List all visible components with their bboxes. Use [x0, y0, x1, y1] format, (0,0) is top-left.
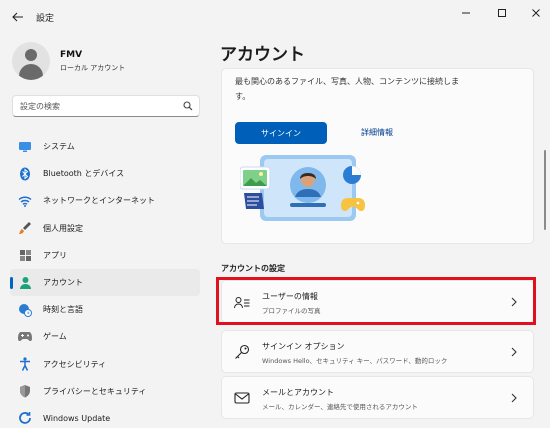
- row-title: ユーザーの情報: [262, 292, 318, 301]
- back-arrow-icon: [12, 12, 23, 22]
- sidebar-item-privacy[interactable]: プライバシーとセキュリティ: [10, 378, 200, 405]
- sidebar-item-personalization[interactable]: 個人用設定: [10, 215, 200, 242]
- sidebar-item-label: ゲーム: [43, 332, 67, 342]
- sidebar-item-system[interactable]: システム: [10, 133, 200, 160]
- profile-account-type: ローカル アカウント: [60, 63, 126, 72]
- signin-button[interactable]: サインイン: [235, 122, 327, 144]
- maximize-icon: [498, 9, 506, 17]
- signin-card: 最も関心のあるファイル、写真、人物、コンテンツに接続します。 サインイン 詳細情…: [221, 68, 534, 244]
- mail-icon: [234, 390, 250, 406]
- sidebar-item-label: アクセシビリティ: [43, 359, 107, 369]
- minimize-button[interactable]: [452, 4, 480, 22]
- title-bar: 設定: [0, 0, 550, 34]
- scrollbar[interactable]: [544, 150, 546, 230]
- minimize-icon: [462, 12, 470, 14]
- sidebar-item-label: 時刻と言語: [43, 305, 83, 315]
- email-accounts-row[interactable]: メールとアカウント メール、カレンダー、連絡先で使用されるアカウント: [221, 376, 534, 419]
- user-profile[interactable]: FMV ローカル アカウント: [12, 42, 125, 80]
- sidebar-item-label: ネットワークとインターネット: [43, 196, 155, 206]
- search-placeholder: 設定の検索: [20, 102, 60, 111]
- avatar: [12, 42, 50, 80]
- account-icon: [18, 276, 32, 290]
- globe-clock-icon: [18, 303, 32, 317]
- sidebar-item-accessibility[interactable]: アクセシビリティ: [10, 351, 200, 378]
- sidebar-item-time-language[interactable]: 時刻と言語: [10, 296, 200, 323]
- row-subtitle: Windows Hello、セキュリティ キー、パスワード、動的ロック: [262, 357, 448, 365]
- key-icon: [234, 344, 250, 360]
- row-title: サインイン オプション: [262, 342, 345, 351]
- page-title: アカウント: [220, 45, 305, 65]
- close-button[interactable]: [522, 4, 550, 22]
- apps-icon: [18, 248, 32, 262]
- sidebar-item-network[interactable]: ネットワークとインターネット: [10, 187, 200, 214]
- maximize-button[interactable]: [488, 4, 516, 22]
- active-indicator: [10, 276, 13, 289]
- chevron-right-icon: [509, 392, 519, 404]
- sidebar-item-label: アプリ: [43, 250, 67, 260]
- back-button[interactable]: [8, 7, 28, 27]
- sidebar-item-gaming[interactable]: ゲーム: [10, 323, 200, 350]
- sidebar-nav: システム Bluetooth とデバイス ネットワークとインターネット 個人用設…: [10, 133, 200, 428]
- search-input[interactable]: 設定の検索: [12, 95, 200, 117]
- accessibility-icon: [18, 357, 32, 371]
- user-info-icon: [234, 294, 250, 310]
- sidebar-item-accounts[interactable]: アカウント: [10, 268, 200, 297]
- close-icon: [532, 9, 540, 17]
- sidebar-item-bluetooth[interactable]: Bluetooth とデバイス: [10, 160, 200, 187]
- search-icon: [183, 101, 193, 111]
- profile-name: FMV: [60, 49, 83, 60]
- signin-description: 最も関心のあるファイル、写真、人物、コンテンツに接続します。: [235, 77, 459, 101]
- details-link[interactable]: 詳細情報: [361, 127, 393, 138]
- app-title: 設定: [36, 14, 55, 24]
- section-title: アカウントの設定: [221, 264, 285, 273]
- shield-icon: [18, 384, 32, 398]
- sidebar-item-label: システム: [43, 142, 75, 152]
- your-info-row[interactable]: ユーザーの情報 プロファイルの写真: [221, 280, 534, 323]
- wifi-icon: [18, 194, 32, 208]
- brush-icon: [18, 221, 32, 235]
- sidebar-item-apps[interactable]: アプリ: [10, 242, 200, 269]
- account-illustration: [240, 155, 365, 221]
- row-subtitle: メール、カレンダー、連絡先で使用されるアカウント: [262, 403, 418, 411]
- monitor-icon: [18, 140, 32, 154]
- sidebar-item-label: 個人用設定: [43, 223, 83, 233]
- sidebar-item-windows-update[interactable]: Windows Update: [10, 405, 200, 428]
- sidebar-item-label: アカウント: [43, 278, 83, 288]
- chevron-right-icon: [509, 296, 519, 308]
- chevron-right-icon: [509, 346, 519, 358]
- sidebar-item-label: Windows Update: [43, 413, 111, 423]
- sidebar-item-label: プライバシーとセキュリティ: [43, 386, 147, 396]
- gamepad-icon: [18, 330, 32, 344]
- update-icon: [18, 411, 32, 425]
- row-subtitle: プロファイルの写真: [262, 307, 321, 315]
- signin-options-row[interactable]: サインイン オプション Windows Hello、セキュリティ キー、パスワー…: [221, 330, 534, 373]
- row-title: メールとアカウント: [262, 388, 334, 397]
- bluetooth-icon: [18, 167, 32, 181]
- sidebar-item-label: Bluetooth とデバイス: [43, 169, 125, 179]
